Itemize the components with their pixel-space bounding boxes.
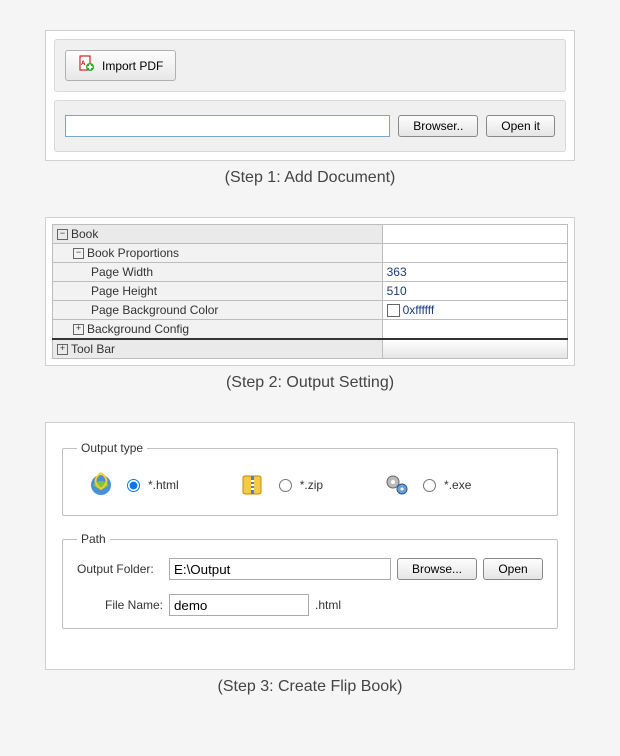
tree-leaf-page-width: Page Width xyxy=(53,263,383,282)
tree-node-tool-bar[interactable]: +Tool Bar xyxy=(53,339,383,359)
radio-exe-label: *.exe xyxy=(444,478,471,492)
output-folder-label: Output Folder: xyxy=(77,562,163,576)
exe-gears-icon xyxy=(383,471,411,499)
pdf-import-icon: A xyxy=(78,55,96,76)
value-page-bg-color[interactable]: 0xffffff xyxy=(382,301,567,320)
step1-panel: A Import PDF Browser.. Open it xyxy=(45,30,575,161)
radio-zip-label: *.zip xyxy=(300,478,323,492)
step2-caption: (Step 2: Output Setting) xyxy=(45,374,575,392)
browse-button[interactable]: Browse... xyxy=(397,558,477,580)
value-page-height[interactable]: 510 xyxy=(382,282,567,301)
step3-caption: (Step 3: Create Flip Book) xyxy=(45,678,575,696)
collapse-icon[interactable]: − xyxy=(73,248,84,259)
step2-panel: −Book −Book Proportions Page Width 363 P… xyxy=(45,217,575,366)
tree-leaf-page-height: Page Height xyxy=(53,282,383,301)
path-fieldset: Path Output Folder: Browse... Open File … xyxy=(62,532,558,629)
radio-html[interactable] xyxy=(127,479,140,492)
import-pdf-button[interactable]: A Import PDF xyxy=(65,50,176,81)
radio-html-label: *.html xyxy=(148,478,179,492)
color-swatch-icon xyxy=(387,304,400,317)
output-type-fieldset: Output type *.html xyxy=(62,441,558,516)
settings-tree: −Book −Book Proportions Page Width 363 P… xyxy=(52,224,568,359)
svg-text:A: A xyxy=(81,61,86,67)
tree-node-book-proportions[interactable]: −Book Proportions xyxy=(53,244,383,263)
radio-zip[interactable] xyxy=(279,479,292,492)
zip-icon xyxy=(239,471,267,499)
file-name-input[interactable] xyxy=(169,594,309,616)
tree-node-book[interactable]: −Book xyxy=(53,225,383,244)
output-type-legend: Output type xyxy=(77,441,147,455)
collapse-icon[interactable]: − xyxy=(57,229,68,240)
step1-caption: (Step 1: Add Document) xyxy=(45,169,575,187)
radio-exe[interactable] xyxy=(423,479,436,492)
file-ext-label: .html xyxy=(315,598,341,612)
expand-icon[interactable]: + xyxy=(57,344,68,355)
globe-icon xyxy=(87,471,115,499)
open-it-button[interactable]: Open it xyxy=(486,115,555,137)
tree-leaf-page-bg-color: Page Background Color xyxy=(53,301,383,320)
path-legend: Path xyxy=(77,532,110,546)
expand-icon[interactable]: + xyxy=(73,324,84,335)
open-button[interactable]: Open xyxy=(483,558,543,580)
import-pdf-label: Import PDF xyxy=(102,59,163,73)
step3-panel: Output type *.html xyxy=(45,422,575,670)
browser-button[interactable]: Browser.. xyxy=(398,115,478,137)
output-folder-input[interactable] xyxy=(169,558,391,580)
file-name-label: File Name: xyxy=(97,598,163,612)
tree-node-background-config[interactable]: +Background Config xyxy=(53,320,383,340)
value-page-width[interactable]: 363 xyxy=(382,263,567,282)
pdf-path-input[interactable] xyxy=(65,115,390,137)
